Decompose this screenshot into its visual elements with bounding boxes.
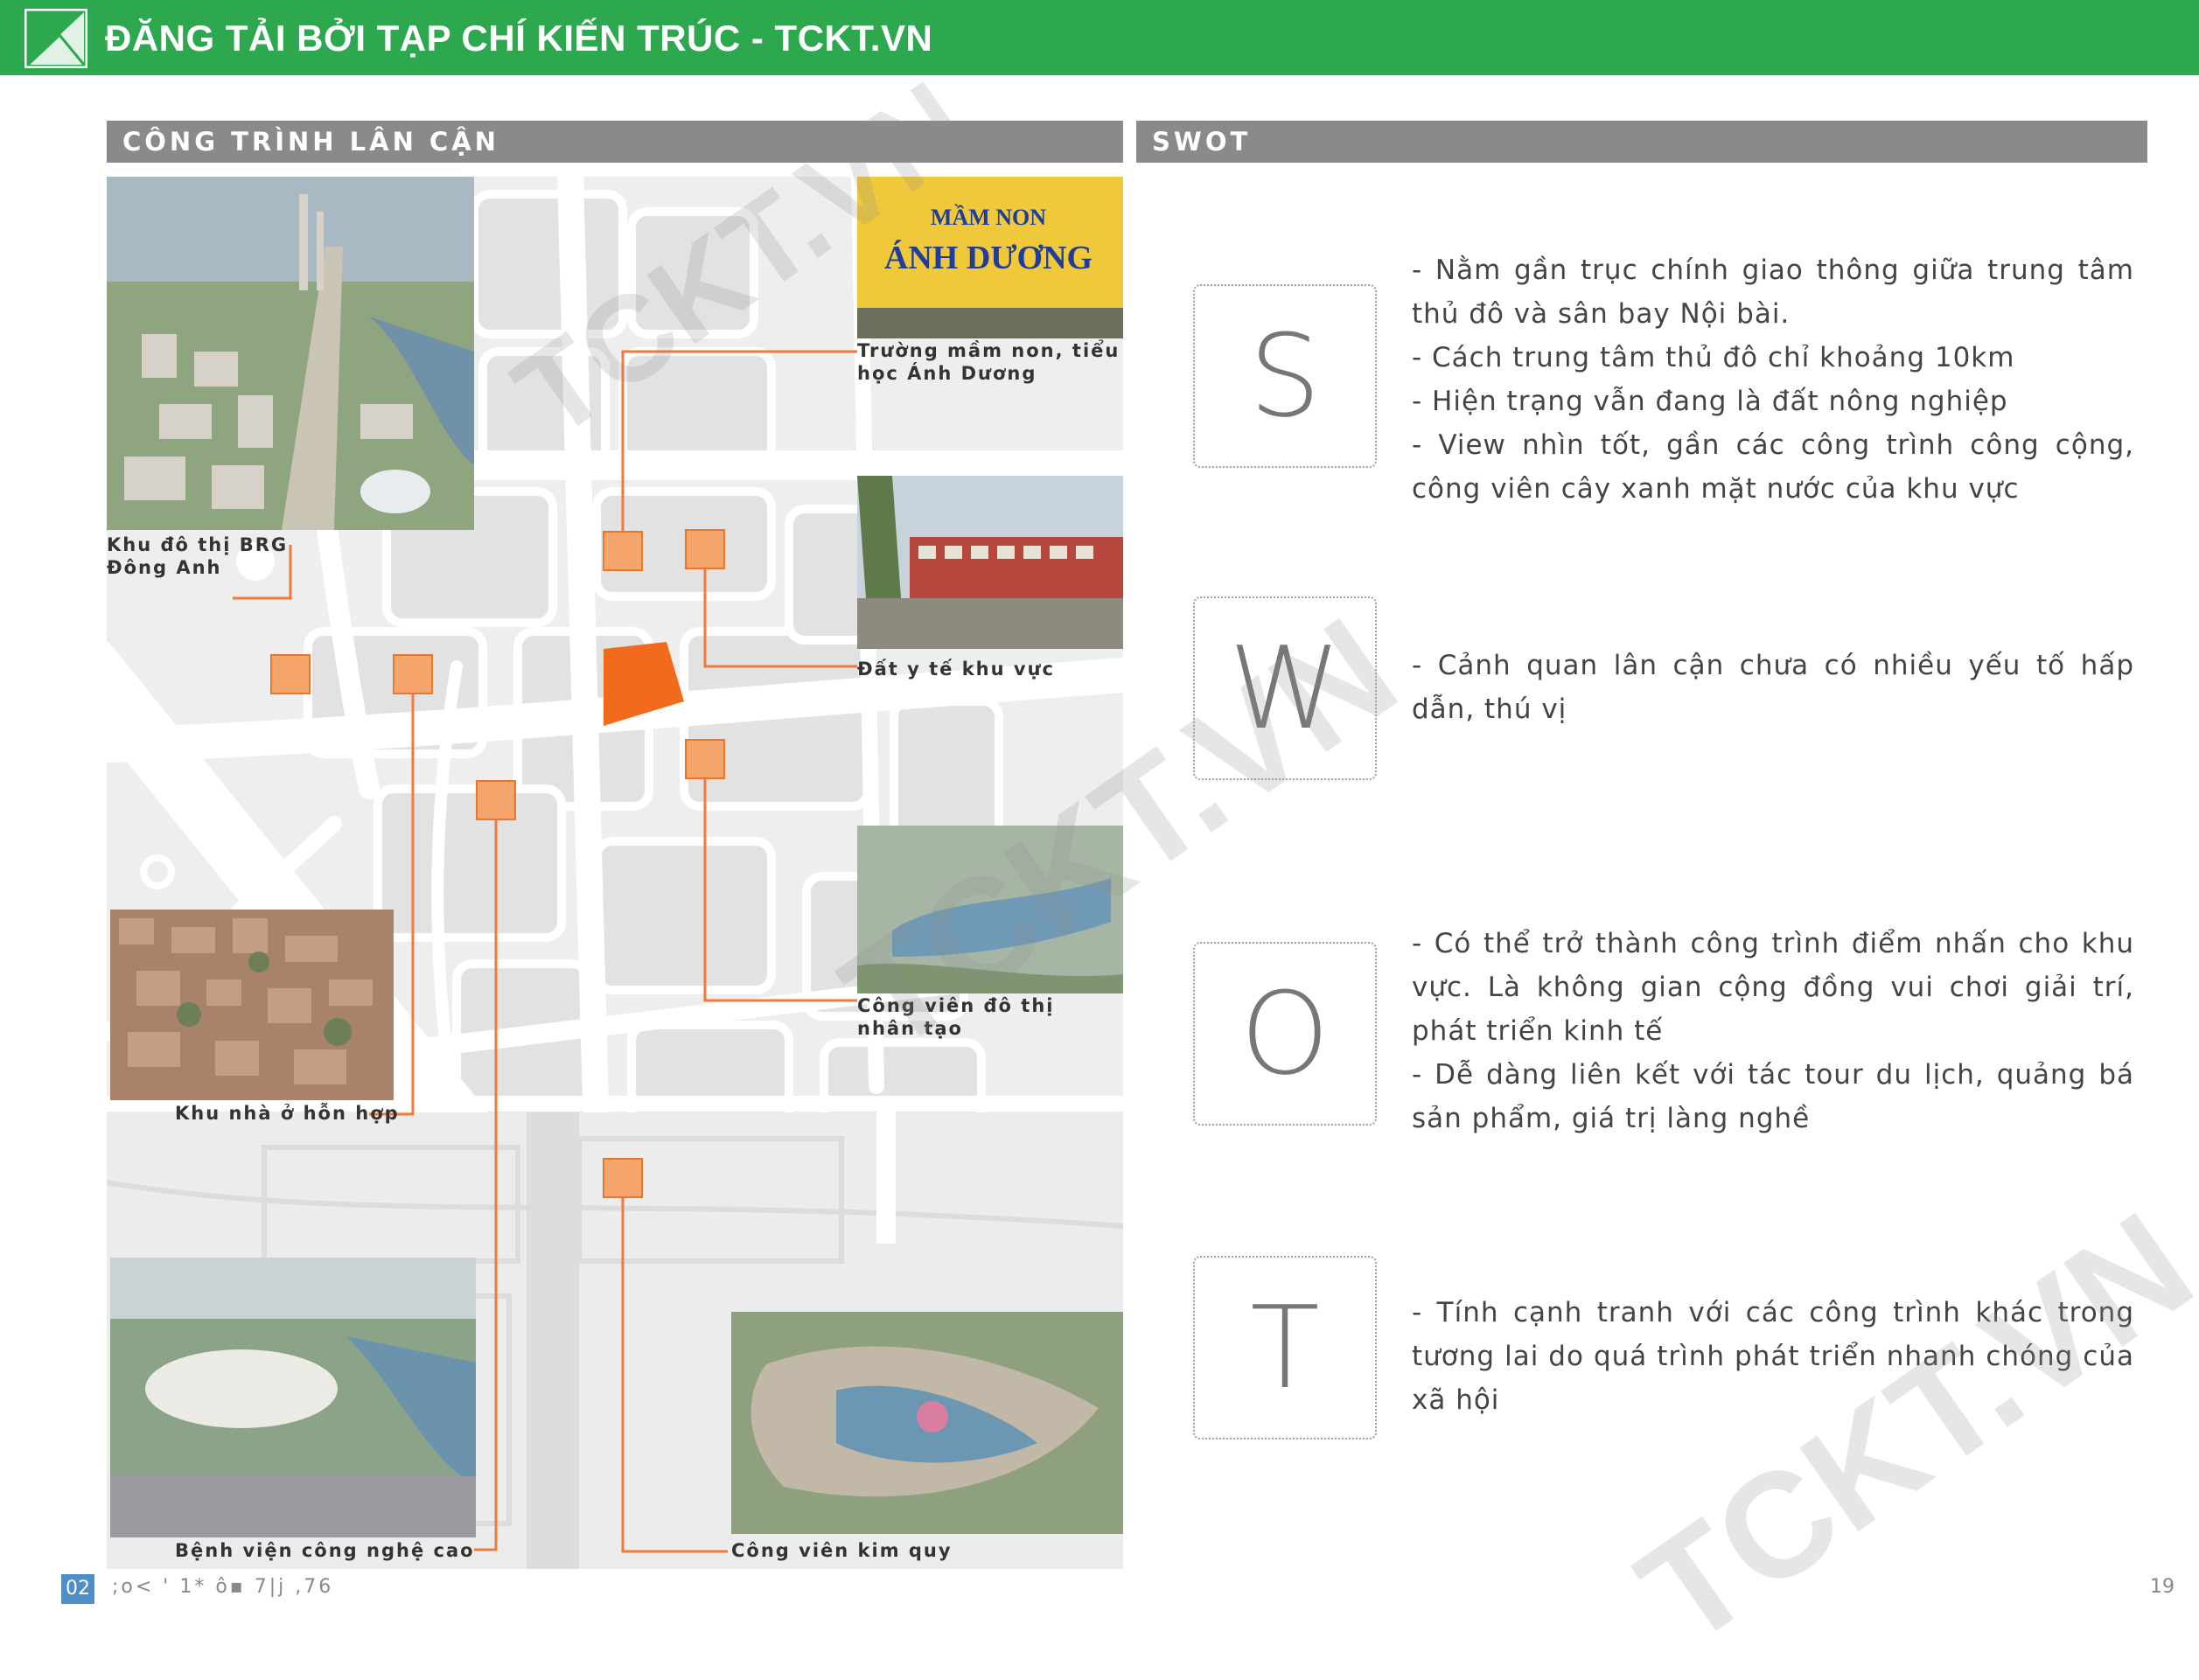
swot-s-line: - View nhìn tốt, gần các công trình công…: [1412, 429, 2134, 505]
swot-w-line: - Cảnh quan lân cận chưa có nhiều yếu tố…: [1412, 650, 2134, 725]
kim-quy-park-photo: [731, 1312, 1123, 1534]
marker-health: [685, 529, 725, 569]
swot-o-box: O: [1193, 942, 1377, 1126]
swot-o-line: - Dễ dàng liên kết với tác tour du lịch,…: [1412, 1059, 2134, 1134]
marker-school: [603, 531, 643, 571]
tckt-logo-icon: [24, 9, 87, 68]
health-land-photo: [857, 476, 1123, 649]
swot-w-text: - Cảnh quan lân cận chưa có nhiều yếu tố…: [1412, 644, 2134, 731]
label-housing: Khu nhà ở hỗn hợp: [175, 1103, 400, 1124]
marker-housing: [393, 654, 433, 694]
sign-line1: MẦM NON: [931, 205, 1046, 230]
marker-hospital: [476, 780, 516, 820]
swot-s-line: - Nằm gần trục chính giao thông giữa tru…: [1412, 254, 2134, 330]
page-number: 19: [2150, 1576, 2175, 1598]
swot-o-text: - Có thể trở thành công trình điểm nhấn …: [1412, 922, 2134, 1140]
label-health: Đất y tế khu vực: [857, 659, 1055, 680]
banner-title: ĐĂNG TẢI BỞI TẠP CHÍ KIẾN TRÚC - TCKT.VN: [105, 17, 933, 59]
top-banner: ĐĂNG TẢI BỞI TẠP CHÍ KIẾN TRÚC - TCKT.VN: [0, 0, 2199, 75]
label-kim-quy-park: Công viên kim quy: [731, 1540, 953, 1561]
swot-s-line: - Hiện trạng vẫn đang là đất nông nghiệp: [1412, 386, 2008, 417]
label-brg: Khu đô thị BRG Đông Anh: [107, 534, 289, 578]
swot-section-header: SWOT: [1136, 121, 2147, 163]
housing-photo: [110, 910, 394, 1100]
swot-s-box: S: [1193, 284, 1377, 468]
marker-city-park: [685, 739, 725, 779]
hospital-photo: [110, 1258, 476, 1537]
swot-s-text: - Nằm gần trục chính giao thông giữa tru…: [1412, 248, 2134, 511]
watermark-bottom-right: TCKT.VN: [1610, 1181, 2199, 1678]
marker-brg: [270, 654, 311, 694]
swot-s-line: - Cách trung tâm thủ đô chỉ khoảng 10km: [1412, 342, 2015, 373]
label-hospital: Bệnh viện công nghệ cao: [175, 1540, 475, 1561]
swot-o-line: - Có thể trở thành công trình điểm nhấn …: [1412, 928, 2134, 1047]
swot-t-box: T: [1193, 1256, 1377, 1440]
footer-code-text: ;o< ' 1* ô▪ 7|j ,76: [112, 1576, 334, 1598]
brg-urban-photo: [107, 177, 474, 530]
sign-line2: ÁNH DƯƠNG: [884, 240, 1093, 276]
page-number-badge: 02: [61, 1574, 94, 1604]
marker-kim-quy: [603, 1158, 643, 1198]
label-school: Trường mầm non, tiểu học Ánh Dương: [857, 340, 1120, 384]
